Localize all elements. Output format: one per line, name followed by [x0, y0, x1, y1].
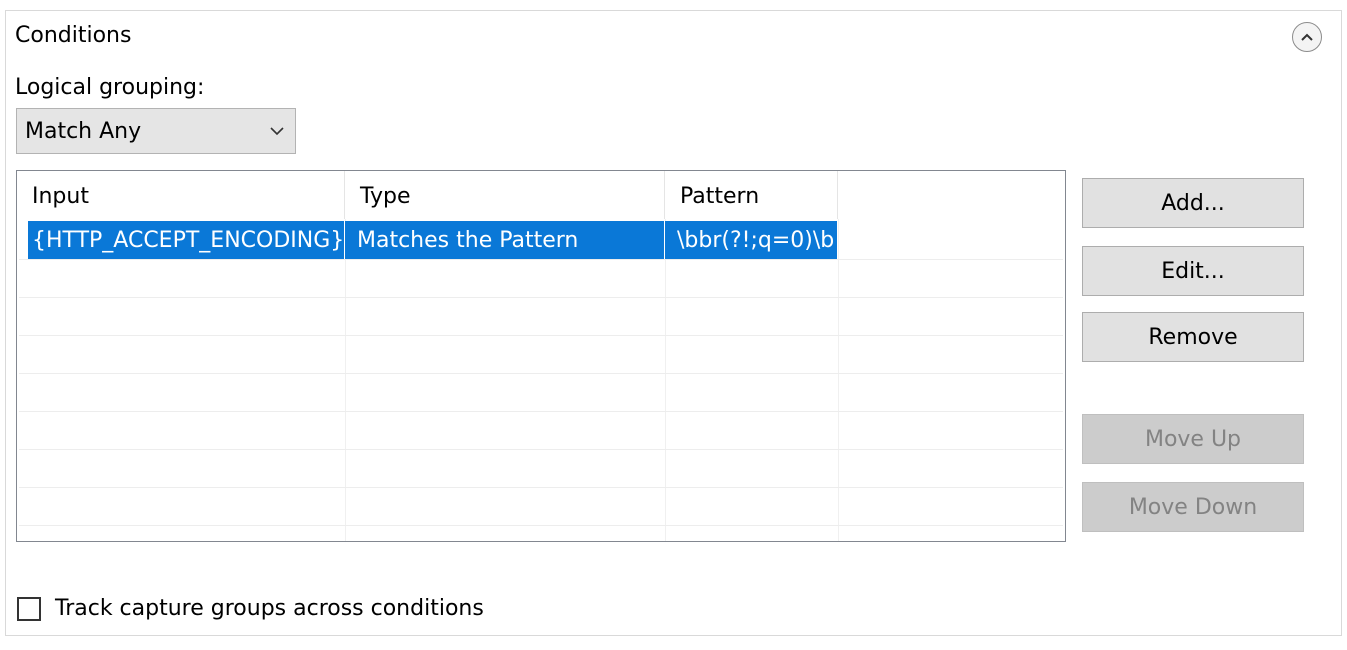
- cell-input: {HTTP_ACCEPT_ENCODING}: [28, 221, 345, 259]
- cell-pattern: \bbr(?!;q=0)\b: [665, 221, 838, 259]
- move-up-button[interactable]: Move Up: [1082, 414, 1304, 464]
- table-row-empty: [19, 411, 1063, 450]
- cell-type: Matches the Pattern: [345, 221, 665, 259]
- table-row-empty: [19, 373, 1063, 412]
- table-row-empty: [19, 335, 1063, 374]
- table-row-empty: [19, 449, 1063, 488]
- track-capture-label[interactable]: Track capture groups across conditions: [55, 596, 484, 621]
- table-row-empty: [19, 487, 1063, 526]
- logical-grouping-label: Logical grouping:: [15, 75, 205, 100]
- column-header-pattern[interactable]: Pattern: [665, 171, 838, 219]
- panel-title: Conditions: [15, 23, 132, 48]
- table-row-empty: [19, 259, 1063, 298]
- collapse-button[interactable]: [1292, 22, 1322, 52]
- table-header: Input Type Pattern: [17, 171, 1065, 219]
- move-down-button[interactable]: Move Down: [1082, 482, 1304, 532]
- track-capture-checkbox[interactable]: [17, 597, 41, 621]
- conditions-table[interactable]: Input Type Pattern {HTTP_ACCEPT_ENCODING…: [16, 170, 1066, 542]
- logical-grouping-select[interactable]: Match Any: [16, 108, 296, 154]
- column-header-type[interactable]: Type: [345, 171, 665, 219]
- edit-button[interactable]: Edit...: [1082, 246, 1304, 296]
- logical-grouping-value: Match Any: [25, 118, 142, 144]
- add-button[interactable]: Add...: [1082, 178, 1304, 228]
- remove-button[interactable]: Remove: [1082, 312, 1304, 362]
- table-row-empty: [19, 297, 1063, 336]
- column-header-input[interactable]: Input: [17, 171, 345, 219]
- chevron-up-icon: [1301, 33, 1313, 41]
- table-row[interactable]: {HTTP_ACCEPT_ENCODING} Matches the Patte…: [19, 221, 1063, 260]
- chevron-down-icon: [270, 127, 284, 136]
